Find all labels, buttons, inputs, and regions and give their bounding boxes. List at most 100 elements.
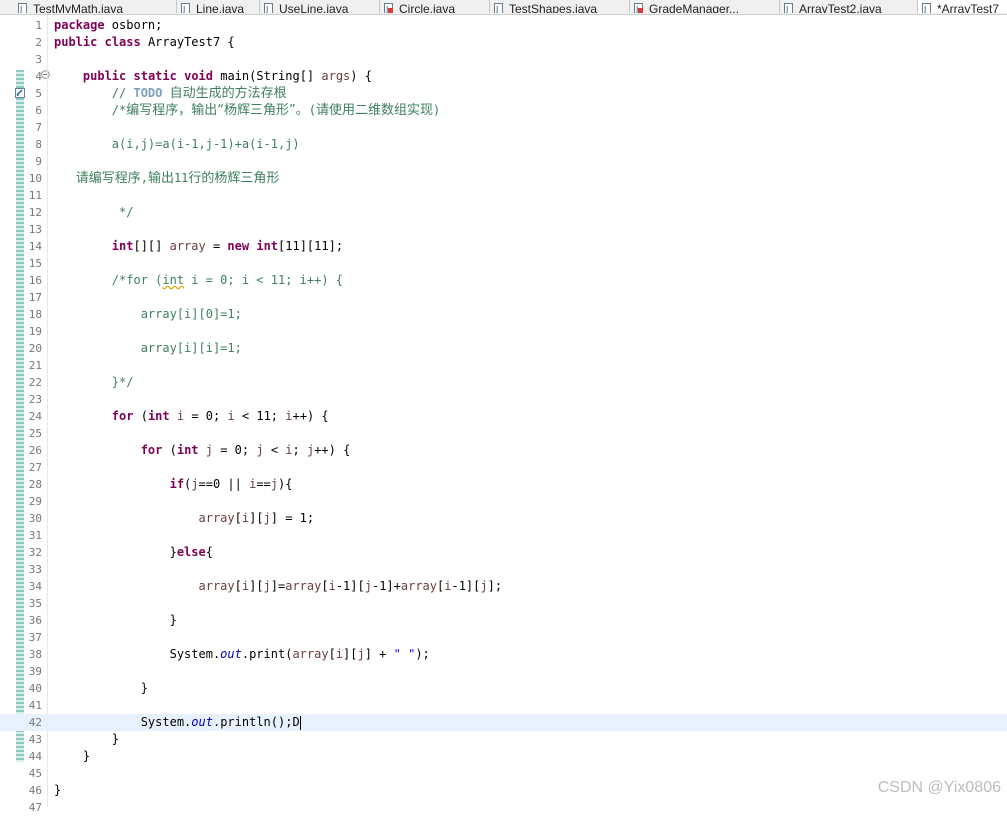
svg-text:J: J bbox=[182, 5, 185, 13]
code-line[interactable]: 32 }else{ bbox=[0, 544, 1007, 561]
code-line[interactable]: 1 package osborn; bbox=[0, 17, 1007, 34]
code-text: array[i][j]=array[i-1][j-1]+array[i-1][j… bbox=[198, 579, 503, 593]
line-number: 14 bbox=[28, 240, 42, 253]
tab-label: TestMyMath.java bbox=[33, 2, 124, 13]
java-error-file-icon: J bbox=[634, 3, 643, 13]
code-line[interactable]: 7 bbox=[0, 119, 1007, 136]
code-line[interactable]: 47 bbox=[0, 799, 1007, 816]
code-line[interactable]: 35 bbox=[0, 595, 1007, 612]
line-number: 19 bbox=[28, 325, 42, 338]
code-line[interactable]: 19 bbox=[0, 323, 1007, 340]
tab-6[interactable]: J ArrayTest2.java bbox=[780, 0, 918, 13]
code-line[interactable]: 14 int[][] array = new int[11][11]; bbox=[0, 238, 1007, 255]
code-line[interactable]: 11 bbox=[0, 187, 1007, 204]
svg-text:J: J bbox=[385, 5, 388, 13]
code-text: // TODO 自动生成的方法存根 bbox=[111, 86, 287, 101]
line-number: 42 bbox=[28, 716, 42, 729]
code-line[interactable]: 40 } bbox=[0, 680, 1007, 697]
code-line[interactable]: 21 bbox=[0, 357, 1007, 374]
code-line[interactable]: 42 System.out.println();D bbox=[0, 714, 1007, 731]
java-file-icon: J bbox=[494, 3, 503, 13]
line-number: 34 bbox=[28, 580, 42, 593]
tab-3[interactable]: J Circle.java bbox=[380, 0, 490, 13]
code-text: 请编写程序,输出11行的杨辉三角形 bbox=[75, 171, 280, 186]
code-line[interactable]: 24 for (int i = 0; i < 11; i++) { bbox=[0, 408, 1007, 425]
line-number: 17 bbox=[28, 291, 42, 304]
line-number: 32 bbox=[28, 546, 42, 559]
code-line[interactable]: 2 public class ArrayTest7 { bbox=[0, 34, 1007, 51]
line-number: 8 bbox=[35, 138, 42, 151]
code-line[interactable]: 16 /*for (int i = 0; i < 11; i++) { bbox=[0, 272, 1007, 289]
line-number: 44 bbox=[28, 750, 42, 763]
code-line[interactable]: 26 for (int j = 0; j < i; j++) { bbox=[0, 442, 1007, 459]
code-line[interactable]: 4 public static void main(String[] args)… bbox=[0, 68, 1007, 85]
code-line[interactable]: 41 bbox=[0, 697, 1007, 714]
line-number: 27 bbox=[28, 461, 42, 474]
code-text: } bbox=[54, 681, 148, 695]
code-line[interactable]: 44 } bbox=[0, 748, 1007, 765]
java-file-icon: J bbox=[264, 3, 273, 13]
code-line[interactable]: 37 bbox=[0, 629, 1007, 646]
code-line[interactable]: 39 bbox=[0, 663, 1007, 680]
line-number: 43 bbox=[28, 733, 42, 746]
code-line[interactable]: 38 System.out.print(array[i][j] + " "); bbox=[0, 646, 1007, 663]
svg-text:J: J bbox=[19, 5, 22, 13]
code-line[interactable]: 20 array[i][i]=1; bbox=[0, 340, 1007, 357]
code-line[interactable]: 10 请编写程序,输出11行的杨辉三角形 bbox=[0, 170, 1007, 187]
tab-7[interactable]: J *ArrayTest7 bbox=[918, 0, 1007, 13]
tab-0[interactable]: J TestMyMath.java bbox=[14, 0, 177, 13]
code-line[interactable]: 15 bbox=[0, 255, 1007, 272]
line-number: 36 bbox=[28, 614, 42, 627]
code-text: /*编写程序，输出“杨辉三角形”。(请使用二维数组实现) bbox=[54, 103, 441, 118]
code-line[interactable]: 45 bbox=[0, 765, 1007, 782]
code-line[interactable]: 33 bbox=[0, 561, 1007, 578]
tab-5[interactable]: J GradeManager... bbox=[630, 0, 780, 13]
tab-4[interactable]: J TestShapes.java bbox=[490, 0, 630, 13]
line-number: 11 bbox=[28, 189, 42, 202]
code-line[interactable]: 43 } bbox=[0, 731, 1007, 748]
line-number: 20 bbox=[28, 342, 42, 355]
code-line[interactable]: 9 bbox=[0, 153, 1007, 170]
line-number: 12 bbox=[28, 206, 42, 219]
code-text: */ bbox=[54, 205, 134, 219]
code-line[interactable]: 8 a(i,j)=a(i-1,j-1)+a(i-1,j) bbox=[0, 136, 1007, 153]
tab-label: ArrayTest2.java bbox=[799, 2, 882, 13]
svg-text:J: J bbox=[495, 5, 498, 13]
line-number: 21 bbox=[28, 359, 42, 372]
code-line[interactable]: 5 // TODO 自动生成的方法存根 bbox=[0, 85, 1007, 102]
line-number: 16 bbox=[28, 274, 42, 287]
code-line[interactable]: 3 bbox=[0, 51, 1007, 68]
tab-label: *ArrayTest7 bbox=[937, 2, 1000, 13]
code-line[interactable]: 12 */ bbox=[0, 204, 1007, 221]
code-line[interactable]: 25 bbox=[0, 425, 1007, 442]
code-line[interactable]: 31 bbox=[0, 527, 1007, 544]
code-line[interactable]: 18 array[i][0]=1; bbox=[0, 306, 1007, 323]
code-text: /*for (int i = 0; i < 11; i++) { bbox=[54, 273, 344, 287]
code-line[interactable]: 6 /*编写程序，输出“杨辉三角形”。(请使用二维数组实现) bbox=[0, 102, 1007, 119]
code-line[interactable]: 27 bbox=[0, 459, 1007, 476]
tab-2[interactable]: J UseLine.java bbox=[260, 0, 380, 13]
code-line[interactable]: 17 bbox=[0, 289, 1007, 306]
code-line[interactable]: 13 bbox=[0, 221, 1007, 238]
line-number: 41 bbox=[28, 699, 42, 712]
line-number: 9 bbox=[35, 155, 42, 168]
tab-1[interactable]: J Line.java bbox=[177, 0, 260, 13]
code-line[interactable]: 34 array[i][j]=array[i-1][j-1]+array[i-1… bbox=[0, 578, 1007, 595]
svg-text:J: J bbox=[785, 5, 788, 13]
code-line[interactable]: 46} bbox=[0, 782, 1007, 799]
line-number: 25 bbox=[28, 427, 42, 440]
line-number: 13 bbox=[28, 223, 42, 236]
code-line[interactable]: 23 bbox=[0, 391, 1007, 408]
line-number: 29 bbox=[28, 495, 42, 508]
code-line[interactable]: 29 bbox=[0, 493, 1007, 510]
line-number: 2 bbox=[35, 36, 42, 49]
line-number: 22 bbox=[28, 376, 42, 389]
code-line[interactable]: 28 if(j==0 || i==j){ bbox=[0, 476, 1007, 493]
code-line[interactable]: 36 } bbox=[0, 612, 1007, 629]
line-number: 39 bbox=[28, 665, 42, 678]
line-number: 15 bbox=[28, 257, 42, 270]
code-line[interactable]: 30 array[i][j] = 1; bbox=[0, 510, 1007, 527]
code-line[interactable]: 22 }*/ bbox=[0, 374, 1007, 391]
code-text: array[i][0]=1; bbox=[54, 307, 242, 321]
code-text: } bbox=[54, 732, 120, 746]
